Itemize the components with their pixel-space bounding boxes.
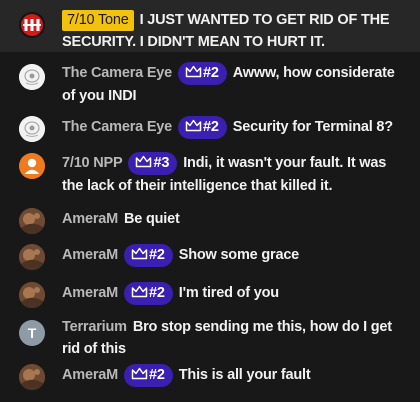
message-text-block: AmeraM #2 I'm tired of you [62, 282, 410, 305]
author-name[interactable]: AmeraM [62, 211, 118, 227]
message-text-block: The Camera Eye #2 Security for Terminal 8? [62, 116, 410, 139]
photo-avatar[interactable] [19, 208, 45, 234]
logo-avatar[interactable] [19, 12, 45, 38]
letter-avatar[interactable]: T [19, 320, 45, 346]
author-name[interactable]: 7/10 Tone [62, 10, 134, 31]
crown-icon [136, 155, 152, 168]
message-text: Be quiet [124, 211, 180, 227]
rank-badge: #2 [124, 244, 173, 267]
crown-icon [131, 367, 148, 380]
message-text: This is all your fault [178, 367, 311, 383]
message-text-block: 7/10 NPP #3 Indi, it wasn't your fault. It… [62, 152, 410, 197]
rank-badge: #2 [124, 282, 173, 305]
author-name[interactable]: AmeraM [62, 247, 118, 263]
eye-avatar[interactable] [19, 116, 45, 142]
message-text: I'm tired of you [178, 285, 279, 301]
photo-avatar[interactable] [19, 364, 45, 390]
author-name[interactable]: Terrarium [62, 319, 127, 335]
message-text-block: The Camera Eye #2 Awww, how considerate of… [62, 62, 410, 107]
rank-badge: #2 [178, 62, 227, 85]
message-text: Show some grace [178, 247, 300, 263]
message-text-block: Terrarium Bro stop sending me this, how d… [62, 316, 410, 360]
default-user-avatar[interactable] [19, 153, 45, 179]
crown-icon [185, 119, 202, 132]
crown-icon [185, 65, 202, 78]
crown-icon [131, 285, 148, 298]
photo-avatar[interactable] [19, 282, 45, 308]
author-name[interactable]: The Camera Eye [62, 65, 172, 81]
author-name[interactable]: The Camera Eye [62, 119, 172, 135]
rank-badge-label: #2 [149, 285, 165, 301]
author-name[interactable]: AmeraM [62, 367, 118, 383]
rank-badge: #3 [128, 152, 178, 175]
message-text-block: AmeraM Be quiet [62, 208, 410, 230]
message-text-block: AmeraM #2 Show some grace [62, 244, 410, 267]
author-name[interactable]: AmeraM [62, 285, 118, 301]
rank-badge-label: #2 [203, 119, 219, 135]
rank-badge-label: #2 [203, 65, 219, 81]
crown-icon [131, 247, 148, 260]
eye-avatar[interactable] [19, 64, 45, 90]
photo-avatar[interactable] [19, 244, 45, 270]
message-text-block: 7/10 Tone I JUST WANTED TO GET RID OF THE… [62, 9, 410, 53]
rank-badge-label: #2 [149, 247, 165, 263]
rank-badge-label: #2 [149, 367, 165, 383]
avatar-letter: T [27, 325, 37, 341]
rank-badge: #2 [178, 116, 227, 139]
live-chat-panel: 7/10 Tone I JUST WANTED TO GET RID OF THE… [0, 0, 420, 402]
author-name[interactable]: 7/10 NPP [62, 155, 123, 171]
rank-badge: #2 [124, 364, 173, 387]
message-text: Security for Terminal 8? [232, 119, 393, 135]
message-text-block: AmeraM #2 This is all your fault [62, 364, 410, 387]
rank-badge-label: #3 [153, 155, 170, 171]
